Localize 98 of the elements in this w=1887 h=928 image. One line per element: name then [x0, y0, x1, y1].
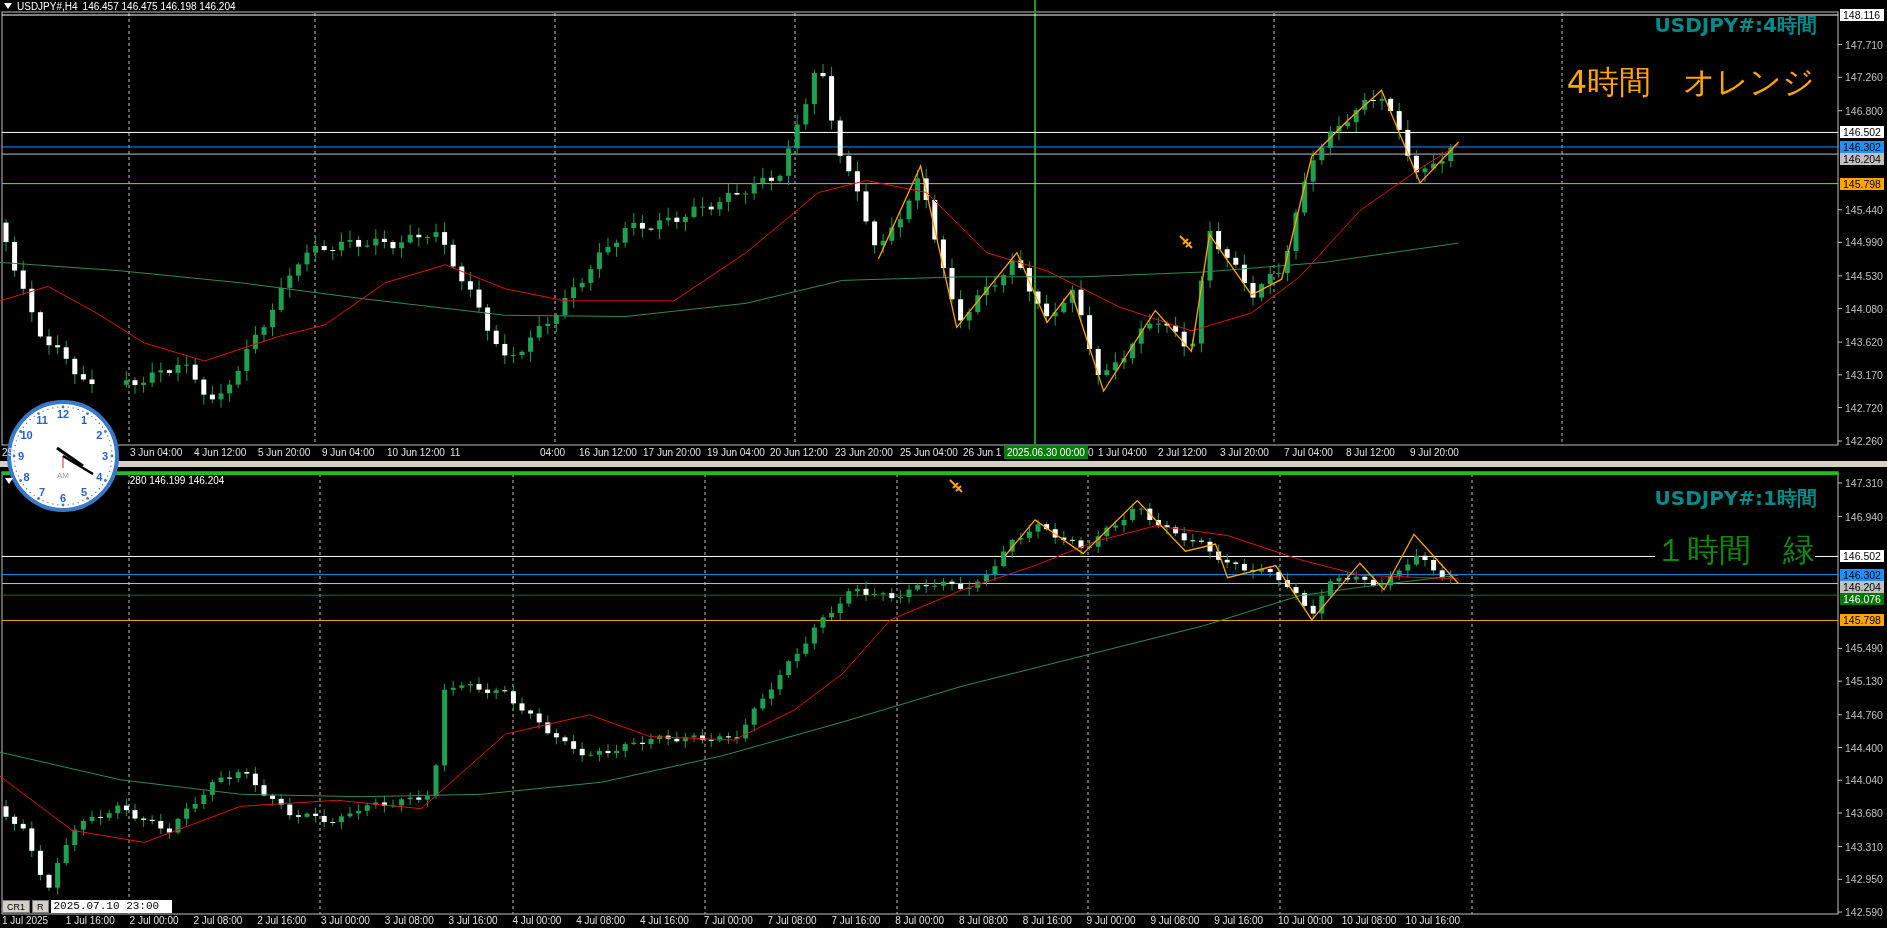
symbol-label: USDJPY#,H4 [17, 0, 78, 12]
chart-note: 4時間 オレンジ [1566, 64, 1815, 100]
price-label: 146.940 [1845, 509, 1883, 524]
clock-number: 5 [80, 486, 88, 499]
price-label: 144.760 [1845, 707, 1883, 722]
time-label: 26 Jun 1 [963, 447, 1002, 459]
price-label: 143.170 [1845, 367, 1883, 382]
clock-number: 11 [36, 413, 48, 426]
time-label: 2 Jul 00:00 [129, 915, 179, 927]
time-label: 2 Jul 12:00 [1158, 447, 1207, 459]
time-label: 9 Jul 00:00 [1086, 915, 1136, 927]
time-label: 9 Jun 04:00 [322, 447, 375, 459]
clock-number: 2 [96, 429, 103, 441]
time-label: 3 Jul 08:00 [384, 915, 434, 927]
price-label: 144.990 [1845, 235, 1883, 250]
time-label: 11 [450, 447, 461, 459]
time-label: 7 Jul 08:00 [767, 915, 817, 927]
clock-number: 1 [80, 413, 88, 426]
clock-number: 10 [20, 429, 33, 441]
time-label: 4 Jul 00:00 [512, 915, 562, 927]
time-label: 17 Jun 20:00 [643, 447, 701, 459]
time-label: 1 Jul 04:00 [1098, 447, 1147, 459]
clock-number: 3 [101, 450, 109, 462]
price-label: 147.310 [1845, 476, 1883, 490]
price-label: 143.310 [1845, 839, 1883, 854]
status-tab[interactable]: CR1 [2, 900, 30, 913]
time-label: 0 [1088, 447, 1094, 459]
clock-number: 4 [96, 471, 103, 483]
price-label: 144.530 [1845, 268, 1883, 283]
status-tab[interactable]: R [32, 900, 49, 913]
clock-number: 7 [38, 486, 46, 499]
clock-number: 9 [17, 450, 25, 462]
time-label: 8 Jul 00:00 [895, 915, 945, 927]
price-label: 142.720 [1845, 400, 1883, 415]
time-label: 20 Jun 12:00 [770, 447, 828, 459]
time-label: 4 Jun 12:00 [194, 447, 247, 459]
time-label: 3 Jun 04:00 [130, 447, 183, 459]
status-time: 2025.07.10 23:00 [50, 900, 172, 913]
time-label: 10 Jun 12:00 [387, 447, 445, 459]
time-label: 7 Jul 04:00 [1284, 447, 1333, 459]
price-label: 144.080 [1845, 301, 1883, 316]
chart-note: １時間 緑 [1655, 532, 1815, 568]
price-marker: 146.302 [1840, 568, 1884, 581]
time-label: 10 Jul 08:00 [1341, 915, 1397, 927]
price-label: 145.490 [1845, 641, 1883, 656]
cursor-time-label: 2025.06.30 00:00 [1004, 446, 1088, 459]
time-label: 9 Jul 16:00 [1214, 915, 1264, 927]
clock-number: 8 [23, 471, 30, 483]
time-label: 4 Jul 16:00 [640, 915, 689, 927]
clock-number: 12 [56, 408, 70, 420]
time-label: 4 Jul 08:00 [576, 915, 626, 927]
price-label: 143.680 [1845, 805, 1883, 820]
price-label: 145.440 [1845, 202, 1883, 217]
time-label: 04:00 [540, 447, 566, 459]
time-label: 10 Jul 16:00 [1405, 915, 1461, 927]
price-label: 145.130 [1845, 674, 1883, 689]
time-label: 3 Jul 00:00 [321, 915, 370, 927]
price-label: 142.590 [1845, 905, 1883, 920]
price-label: 143.620 [1845, 335, 1883, 350]
price-marker: 146.502 [1840, 126, 1884, 139]
time-label: 7 Jul 00:00 [703, 915, 753, 927]
price-label: 144.040 [1845, 773, 1883, 788]
price-marker: 146.302 [1840, 140, 1884, 153]
price-label: 144.400 [1845, 740, 1883, 755]
time-label: 10 Jul 00:00 [1278, 915, 1333, 927]
time-label: 1 Jul 2025 [2, 915, 49, 927]
time-label: 3 Jul 20:00 [1220, 447, 1269, 459]
price-label: 147.710 [1845, 37, 1883, 52]
time-label: 8 Jul 08:00 [959, 915, 1008, 927]
price-label: 142.950 [1845, 872, 1883, 887]
chart-title: USDJPY#:4時間 [1654, 12, 1817, 39]
price-label: 142.260 [1845, 434, 1883, 448]
time-label: 9 Jul 20:00 [1410, 447, 1459, 459]
clock-period: AM [57, 470, 69, 482]
price-label: 147.260 [1845, 70, 1883, 85]
chart-title: USDJPY#:1時間 [1654, 485, 1817, 512]
price-marker: 148.116 [1840, 9, 1884, 21]
time-label: 25 Jun 04:00 [900, 447, 958, 459]
price-label: 146.800 [1845, 103, 1883, 118]
time-label: 3 Jul 16:00 [448, 915, 498, 927]
quote-values: 146.457 146.475 146.198 146.204 [82, 0, 236, 12]
time-label: 29 [2, 447, 14, 459]
clock-number: 6 [59, 492, 67, 504]
time-label: 16 Jun 12:00 [579, 447, 637, 459]
quote-values: .280 146.199 146.204 [127, 475, 225, 486]
time-label: 7 Jul 16:00 [831, 915, 881, 927]
time-label: 23 Jun 20:00 [835, 447, 893, 459]
time-label: 8 Jul 12:00 [1346, 447, 1395, 459]
time-label: 5 Jun 20:00 [258, 447, 311, 459]
time-label: 9 Jul 08:00 [1150, 915, 1200, 927]
price-marker: 146.502 [1840, 550, 1884, 563]
time-label: 19 Jun 04:00 [707, 447, 765, 459]
time-label: 2 Jul 16:00 [257, 915, 307, 927]
time-label: 2 Jul 08:00 [193, 915, 243, 927]
time-label: 1 Jul 16:00 [65, 915, 115, 927]
time-label: 8 Jul 16:00 [1022, 915, 1072, 927]
price-marker: 145.798 [1840, 614, 1884, 627]
price-marker: 145.798 [1840, 177, 1884, 190]
